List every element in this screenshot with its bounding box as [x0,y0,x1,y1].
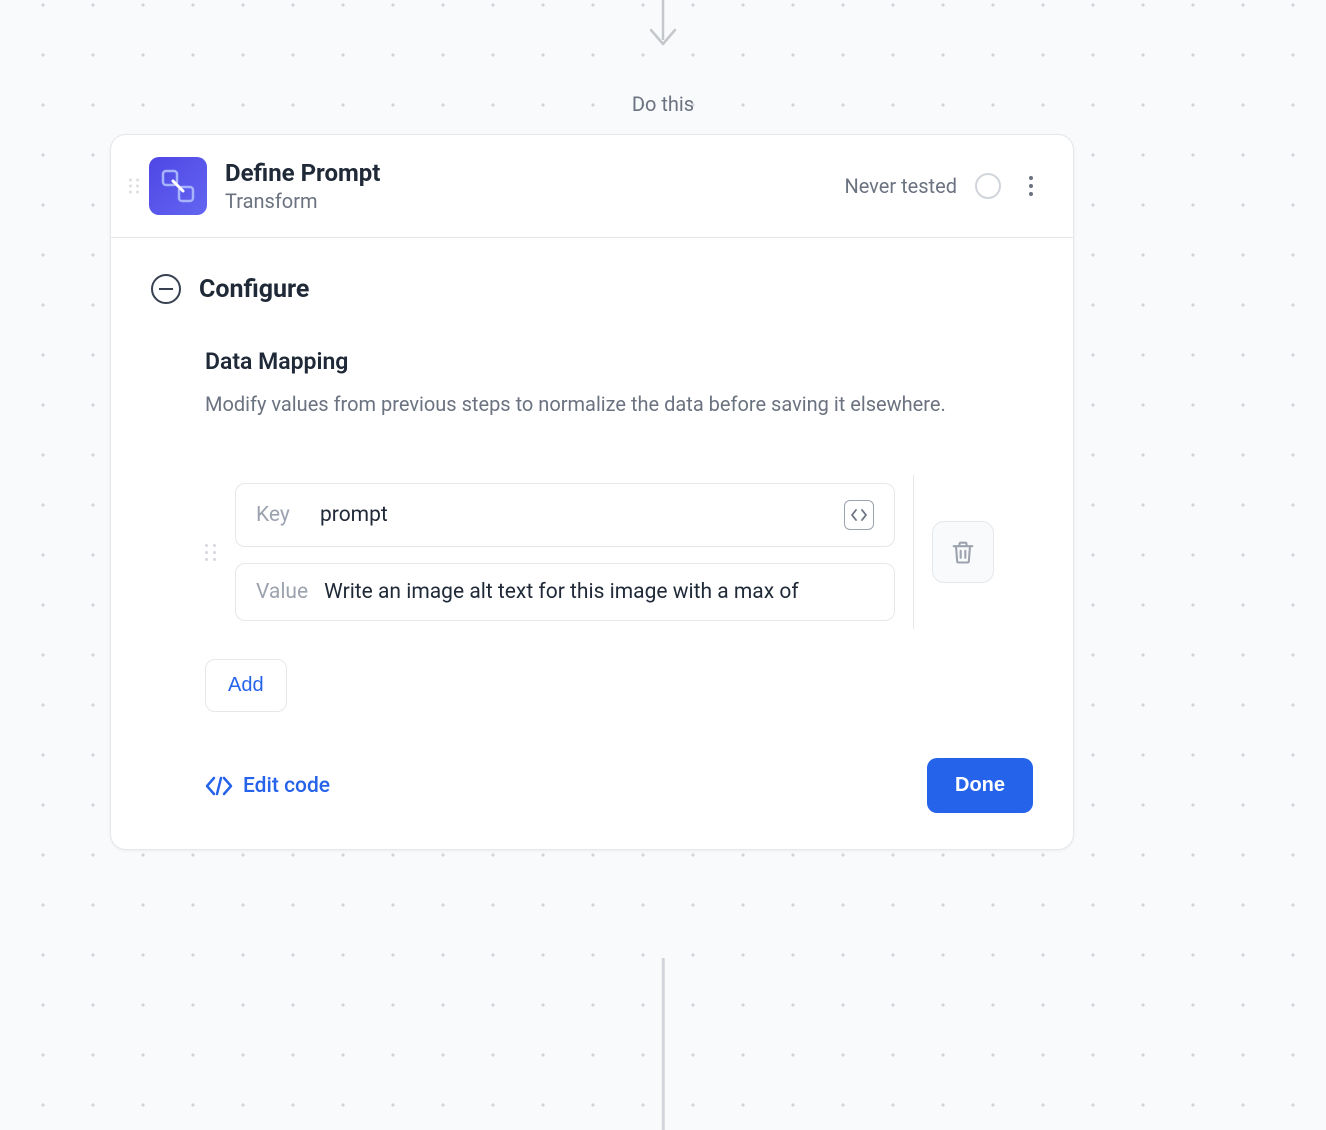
test-status-text: Never tested [844,174,957,198]
more-menu-button[interactable] [1019,176,1043,196]
section-header: Configure [151,274,1033,304]
test-status-indicator-icon[interactable] [975,173,1001,199]
group-title: Data Mapping [205,348,1033,375]
value-field[interactable]: Value Write an image alt text for this i… [235,563,895,621]
card-title: Define Prompt [225,159,844,187]
key-field[interactable]: Key prompt [235,483,895,547]
collapse-icon[interactable] [151,274,181,304]
row-drag-handle-icon[interactable] [205,544,217,561]
mapping-fields: Key prompt Value Write an image alt text… [235,483,895,621]
value-label: Value [256,580,308,604]
edit-code-link[interactable]: Edit code [205,774,330,798]
card-body: Configure Data Mapping Modify values fro… [111,238,1073,849]
transform-icon [149,157,207,215]
delete-row-button[interactable] [932,521,994,583]
card-header: Define Prompt Transform Never tested [111,135,1073,238]
key-label: Key [256,503,304,527]
step-card: Define Prompt Transform Never tested Con… [110,134,1074,850]
divider [913,475,914,629]
code-toggle-button[interactable] [844,500,874,530]
edit-code-label: Edit code [243,774,330,798]
code-icon [205,775,233,797]
card-subtitle: Transform [225,189,844,213]
group-description: Modify values from previous steps to nor… [205,389,1033,419]
drag-handle-icon[interactable] [129,179,140,194]
flow-step-label: Do this [632,92,694,116]
flow-line-below [662,958,665,1130]
done-button[interactable]: Done [927,758,1033,813]
header-right: Never tested [844,173,1043,199]
arrow-down-icon [643,0,683,55]
mapping-row: Key prompt Value Write an image alt text… [205,475,1033,629]
value-input[interactable]: Write an image alt text for this image w… [324,580,874,604]
add-button[interactable]: Add [205,659,287,712]
section-title: Configure [199,275,309,304]
title-block: Define Prompt Transform [225,159,844,213]
key-input[interactable]: prompt [320,503,828,527]
